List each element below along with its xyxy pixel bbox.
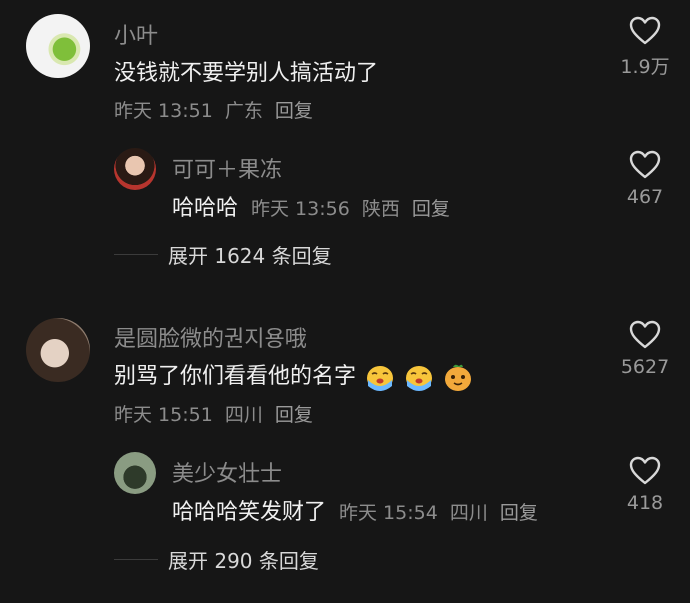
reply-username[interactable]: 可可＋果冻 [172, 152, 282, 184]
reply-button[interactable]: 回复 [275, 404, 313, 426]
expand-replies-button[interactable]: 展开 1624 条回复 [114, 240, 332, 269]
like-count: 418 [626, 492, 664, 514]
divider [114, 559, 158, 560]
reply-location: 四川 [449, 502, 488, 524]
expand-replies-label[interactable]: 展开 1624 条回复 [168, 240, 332, 269]
reply-location: 陕西 [361, 198, 400, 220]
avatar[interactable] [26, 318, 90, 382]
reply-button[interactable]: 回复 [500, 502, 538, 524]
avatar[interactable] [114, 452, 156, 494]
comment-meta: 昨天 15:51 四川 回复 [114, 400, 313, 427]
reply-text: 哈哈哈 [172, 196, 239, 221]
reply-meta: 昨天 13:56 陕西 回复 [251, 198, 450, 220]
comment-username[interactable]: 小叶 [114, 18, 158, 50]
reply-text-row: 哈哈哈 昨天 13:56 陕西 回复 [172, 190, 450, 222]
avatar[interactable] [114, 148, 156, 190]
reply-time: 昨天 13:56 [251, 198, 350, 220]
heart-outline-icon[interactable] [629, 16, 661, 46]
like-area[interactable]: 418 [600, 456, 690, 514]
like-count: 467 [626, 186, 664, 208]
reply-username[interactable]: 美少女壮士 [172, 456, 282, 488]
heart-outline-icon[interactable] [629, 150, 661, 180]
comment-time: 昨天 13:51 [114, 100, 213, 122]
expand-replies-button[interactable]: 展开 290 条回复 [114, 545, 319, 574]
reply-time: 昨天 15:54 [339, 502, 438, 524]
comment-time: 昨天 15:51 [114, 404, 213, 426]
comment-text: 别骂了你们看看他的名字 [114, 364, 357, 389]
crying-face-emoji [367, 366, 394, 391]
avatar[interactable] [26, 14, 90, 78]
heart-outline-icon[interactable] [629, 456, 661, 486]
crying-face-emoji [406, 366, 433, 391]
expand-replies-label[interactable]: 展开 290 条回复 [168, 545, 319, 574]
like-count: 1.9万 [620, 56, 670, 78]
comment-text-row: 别骂了你们看看他的名字 [114, 358, 473, 392]
reply-meta: 昨天 15:54 四川 回复 [339, 502, 538, 524]
like-area[interactable]: 5627 [600, 320, 690, 378]
reply-text-row: 哈哈哈笑发财了 昨天 15:54 四川 回复 [172, 494, 538, 526]
comment-meta: 昨天 13:51 广东 回复 [114, 96, 313, 123]
like-count: 5627 [620, 356, 670, 378]
cheeky-face-emoji [445, 364, 472, 391]
heart-outline-icon[interactable] [629, 320, 661, 350]
comment-location: 四川 [224, 404, 263, 426]
comment-text: 没钱就不要学别人搞活动了 [114, 61, 379, 86]
comment-location: 广东 [224, 100, 263, 122]
like-area[interactable]: 467 [600, 150, 690, 208]
reply-button[interactable]: 回复 [412, 198, 450, 220]
reply-text: 哈哈哈笑发财了 [172, 500, 327, 525]
like-area[interactable]: 1.9万 [600, 16, 690, 79]
comment-username[interactable]: 是圆脸微的권지용哦 [114, 321, 307, 353]
reply-button[interactable]: 回复 [275, 100, 313, 122]
divider [114, 254, 158, 255]
